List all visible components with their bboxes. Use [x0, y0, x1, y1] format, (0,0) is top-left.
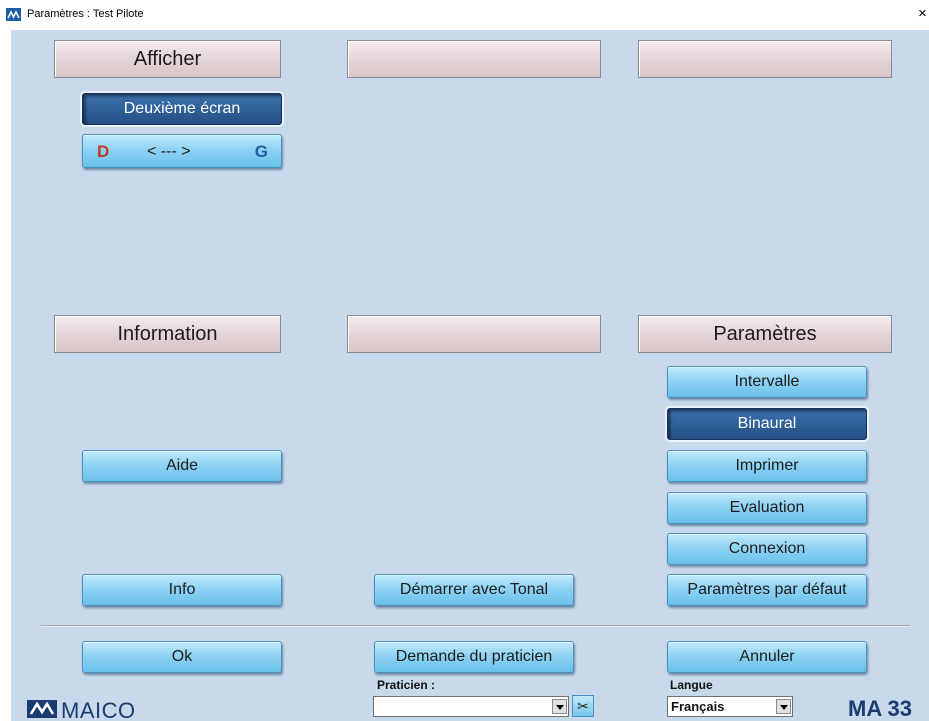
second-screen-button[interactable]: Deuxième écran: [82, 93, 282, 125]
afficher-header: Afficher: [54, 40, 281, 78]
maico-mark-icon: [27, 700, 57, 718]
information-header: Information: [54, 315, 281, 353]
parametres-header: Paramètres: [638, 315, 892, 353]
binaural-button[interactable]: Binaural: [667, 408, 867, 440]
scissors-icon[interactable]: ✂: [572, 695, 594, 717]
chevron-down-icon[interactable]: [552, 699, 567, 714]
info-button[interactable]: Info: [82, 574, 282, 606]
start-tonal-button[interactable]: Démarrer avec Tonal: [374, 574, 574, 606]
chevron-down-icon[interactable]: [776, 699, 791, 714]
bottom-middle-header: [347, 315, 601, 353]
window-title: Paramètres : Test Pilote: [27, 8, 144, 20]
close-icon[interactable]: ×: [918, 5, 927, 22]
language-value: Français: [671, 699, 725, 714]
aide-button[interactable]: Aide: [82, 450, 282, 482]
model-label: MA 33: [848, 696, 912, 721]
brand-name: MAICO: [61, 698, 136, 721]
imprimer-button[interactable]: Imprimer: [667, 450, 867, 482]
settings-panel: Afficher Information Paramètres Deuxième…: [11, 30, 929, 721]
practitioner-label: Praticien :: [377, 678, 436, 692]
left-ear-label: G: [254, 142, 268, 161]
maico-logo-icon: [6, 8, 21, 21]
default-settings-button[interactable]: Paramètres par défaut: [667, 574, 867, 606]
ok-button[interactable]: Ok: [82, 641, 282, 673]
evaluation-button[interactable]: Evaluation: [667, 492, 867, 524]
title-bar: Paramètres : Test Pilote ×: [0, 0, 929, 30]
separator-line: [41, 625, 910, 627]
top-right-header: [638, 40, 892, 78]
swap-sides-button[interactable]: D < --- > G: [82, 134, 282, 168]
top-middle-header: [347, 40, 601, 78]
annuler-button[interactable]: Annuler: [667, 641, 867, 673]
intervalle-button[interactable]: Intervalle: [667, 366, 867, 398]
connexion-button[interactable]: Connexion: [667, 533, 867, 565]
practitioner-request-button[interactable]: Demande du praticien: [374, 641, 574, 673]
language-label: Langue: [670, 678, 713, 692]
swap-arrow: < --- >: [147, 143, 191, 160]
right-ear-label: D: [97, 142, 110, 161]
language-select[interactable]: Français: [667, 696, 793, 717]
practitioner-select[interactable]: [373, 696, 569, 717]
